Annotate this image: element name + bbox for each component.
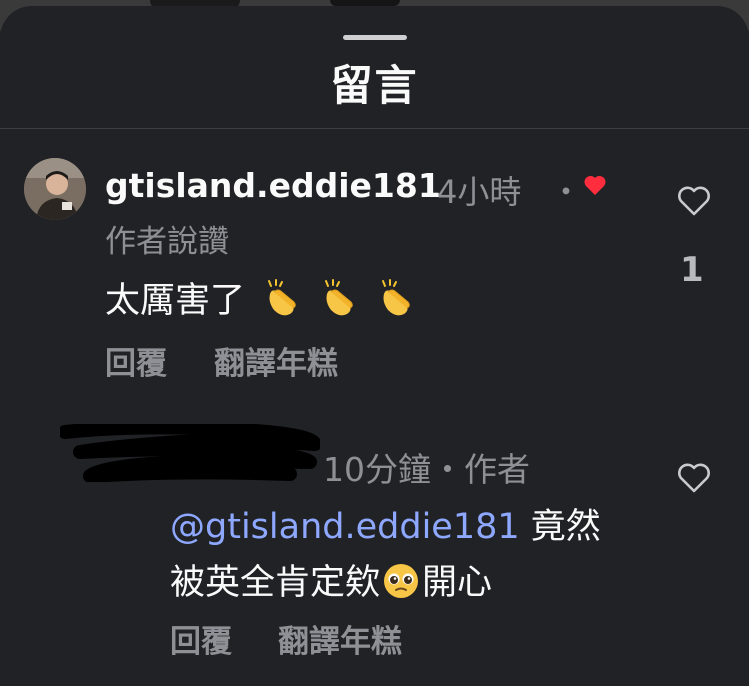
reply-text-line1: @gtisland.eddie181 竟然 xyxy=(170,498,601,549)
comment-time: 4小時 xyxy=(437,173,522,211)
heart-outline-icon[interactable] xyxy=(677,186,711,216)
comment-text: 太厲害了 xyxy=(105,272,416,323)
comment-username[interactable]: gtisland.eddie181 xyxy=(105,166,441,205)
sheet-title: 留言 xyxy=(330,61,419,110)
translate-button[interactable]: 翻譯年糕 xyxy=(214,338,338,383)
reply-text-line2: 被英全肯定欸 開心 xyxy=(170,554,492,605)
reply-button[interactable]: 回覆 xyxy=(105,338,167,383)
reply-text-segment: 開心 xyxy=(422,563,493,603)
reply-button[interactable]: 回覆 xyxy=(170,616,232,661)
avatar[interactable] xyxy=(24,158,86,220)
author-liked-label: 作者說讚 xyxy=(105,224,229,260)
clapping-hands-icon xyxy=(325,279,354,316)
comments-sheet: 留言 gtisland.eddie181 4小時 ・ 作者說讚 太厲害了 回覆 … xyxy=(0,6,749,686)
clapping-hands-icon xyxy=(382,279,411,316)
header-divider xyxy=(0,128,749,129)
pleading-face-icon xyxy=(384,564,419,598)
sheet-grabber[interactable] xyxy=(343,35,407,40)
comment-text-content: 太厲害了 xyxy=(105,281,246,321)
meta-separator: ・ xyxy=(550,173,583,211)
reply-text-segment: 被英全肯定欸 xyxy=(170,563,381,603)
author-liked-heart-icon xyxy=(584,175,606,195)
heart-outline-icon[interactable] xyxy=(677,463,711,493)
clapping-hands-icon xyxy=(268,279,296,316)
mention-link[interactable]: @gtisland.eddie181 xyxy=(170,507,520,547)
translate-button[interactable]: 翻譯年糕 xyxy=(278,616,402,661)
like-count: 1 xyxy=(680,250,704,290)
reply-text-segment: 竟然 xyxy=(519,507,601,547)
reply-meta: 10分鐘・作者 xyxy=(323,450,530,489)
redacted-username-scribble xyxy=(60,424,320,482)
